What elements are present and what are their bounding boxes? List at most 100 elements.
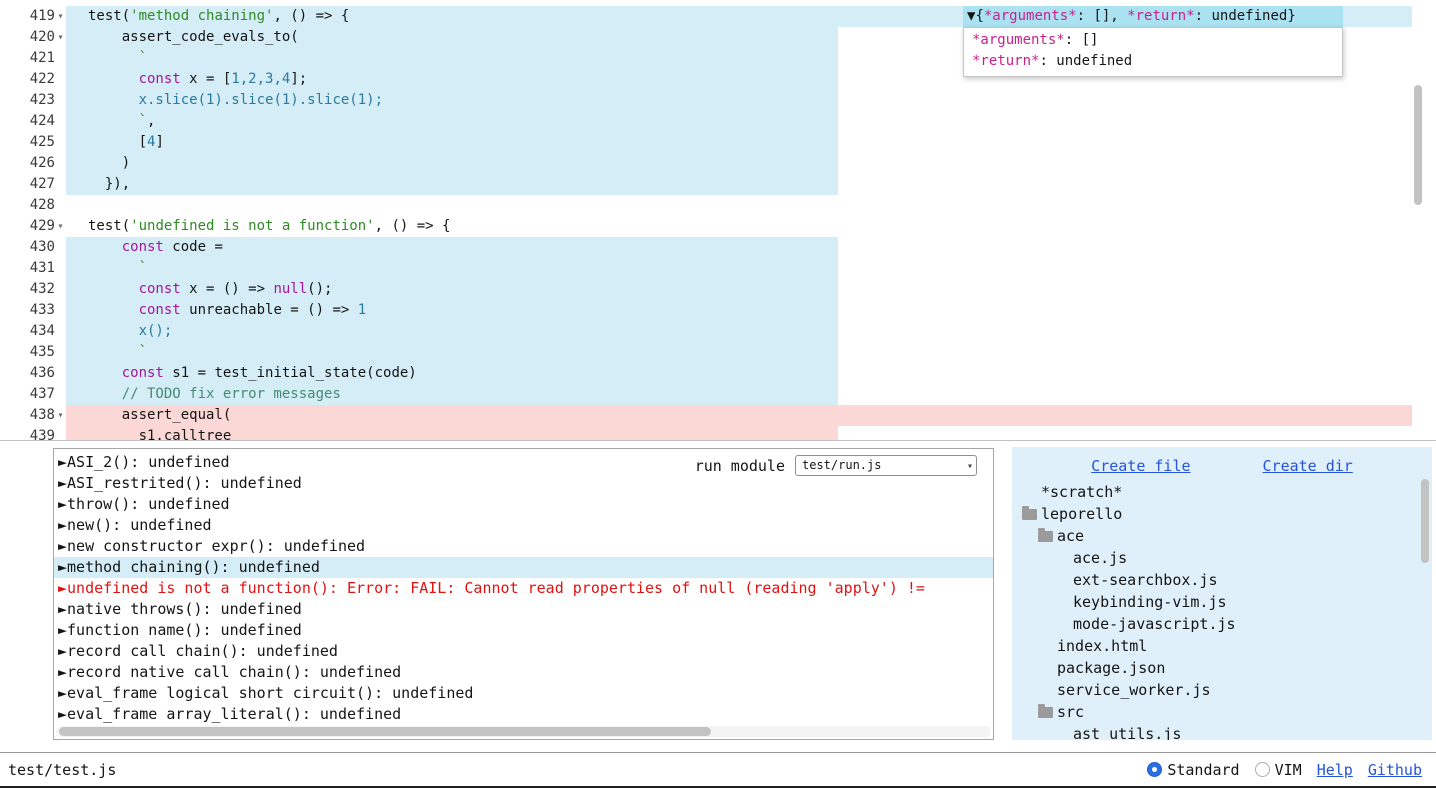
test-result-row[interactable]: ►throw(): undefined xyxy=(54,494,993,515)
line-number: 421 xyxy=(30,48,55,69)
files-vertical-scrollbar[interactable] xyxy=(1421,479,1429,563)
fold-spacer xyxy=(55,342,66,363)
code-cell: ` xyxy=(66,258,1436,279)
fold-toggle-icon[interactable]: ▾ xyxy=(55,27,66,48)
editor-scrollbar-thumb[interactable] xyxy=(1414,85,1422,205)
expand-arrow-icon[interactable]: ► xyxy=(58,537,67,555)
file-tree-item-service_worker.js[interactable]: service_worker.js xyxy=(1012,679,1432,701)
fold-spacer xyxy=(55,426,66,441)
code-token: const xyxy=(139,302,181,318)
expand-arrow-icon[interactable]: ► xyxy=(58,600,67,618)
test-result-label: native throws(): undefined xyxy=(67,600,302,618)
fold-toggle-icon[interactable]: ▾ xyxy=(55,405,66,426)
radio-standard[interactable] xyxy=(1147,762,1162,777)
expand-arrow-icon[interactable]: ► xyxy=(58,621,67,639)
test-result-row[interactable]: ►new constructor expr(): undefined xyxy=(54,536,993,557)
file-tree-item-index.html[interactable]: index.html xyxy=(1012,635,1432,657)
radio-vim[interactable] xyxy=(1255,762,1270,777)
github-link[interactable]: Github xyxy=(1368,761,1422,779)
editor-line-434[interactable]: 434 x(); xyxy=(0,321,1436,342)
file-name: service_worker.js xyxy=(1057,679,1211,701)
expand-arrow-icon[interactable]: ► xyxy=(58,684,67,702)
editor-line-428[interactable]: 428 xyxy=(0,195,1436,216)
help-link[interactable]: Help xyxy=(1317,761,1353,779)
test-result-row[interactable]: ►record call chain(): undefined xyxy=(54,641,993,662)
test-result-row[interactable]: ►record native call chain(): undefined xyxy=(54,662,993,683)
expand-arrow-icon[interactable]: ► xyxy=(58,705,67,723)
test-result-label: ASI_restrited(): undefined xyxy=(67,474,302,492)
file-tree-item-ext-searchbox.js[interactable]: ext-searchbox.js xyxy=(1012,569,1432,591)
keybinding-option-vim[interactable]: VIM xyxy=(1255,761,1302,779)
code-token: x(); xyxy=(139,323,173,339)
file-tree-item-mode-javascript.js[interactable]: mode-javascript.js xyxy=(1012,613,1432,635)
editor-line-433[interactable]: 433 const unreachable = () => 1 xyxy=(0,300,1436,321)
file-tree-item-leporello[interactable]: leporello xyxy=(1012,503,1432,525)
editor-line-439[interactable]: 439 s1.calltree xyxy=(0,426,1436,441)
line-gutter: 436 xyxy=(0,363,66,384)
line-number: 424 xyxy=(30,111,55,132)
expand-arrow-icon[interactable]: ► xyxy=(58,579,67,597)
expand-arrow-icon[interactable]: ► xyxy=(58,558,67,576)
editor-vertical-scrollbar[interactable] xyxy=(1414,0,1422,435)
keybinding-option-standard[interactable]: Standard xyxy=(1147,761,1239,779)
editor-line-424[interactable]: 424 `, xyxy=(0,111,1436,132)
editor-line-425[interactable]: 425 [4] xyxy=(0,132,1436,153)
code-token: ` xyxy=(88,344,147,360)
editor-line-429[interactable]: 429▾test('undefined is not a function', … xyxy=(0,216,1436,237)
expand-arrow-icon[interactable]: ► xyxy=(58,474,67,492)
editor-line-437[interactable]: 437 // TODO fix error messages xyxy=(0,384,1436,405)
expand-arrow-icon[interactable]: ► xyxy=(58,495,67,513)
line-number: 435 xyxy=(30,342,55,363)
test-result-row[interactable]: ►function name(): undefined xyxy=(54,620,993,641)
results-scrollbar-thumb[interactable] xyxy=(59,727,711,736)
file-name: src xyxy=(1057,701,1084,723)
expand-arrow-icon[interactable]: ► xyxy=(58,642,67,660)
code-token xyxy=(88,302,139,318)
editor-line-432[interactable]: 432 const x = () => null(); xyxy=(0,279,1436,300)
create-file-link[interactable]: Create file xyxy=(1091,457,1190,475)
editor-line-423[interactable]: 423 x.slice(1).slice(1).slice(1); xyxy=(0,90,1436,111)
module-select[interactable]: test/run.js ▾ xyxy=(795,455,977,476)
expand-arrow-icon[interactable]: ► xyxy=(58,453,67,471)
test-result-row[interactable]: ►ASI_restrited(): undefined xyxy=(54,473,993,494)
line-gutter: 423 xyxy=(0,90,66,111)
file-tree-item-ace.js[interactable]: ace.js xyxy=(1012,547,1432,569)
file-tree-item-src[interactable]: src xyxy=(1012,701,1432,723)
file-tree-item-ace[interactable]: ace xyxy=(1012,525,1432,547)
code-text: x(); xyxy=(66,321,1436,342)
expand-arrow-icon[interactable]: ► xyxy=(58,516,67,534)
code-cell: x(); xyxy=(66,321,1436,342)
line-gutter: 435 xyxy=(0,342,66,363)
file-tree-list: *scratch*leporelloaceace.jsext-searchbox… xyxy=(1012,477,1432,740)
fold-toggle-icon[interactable]: ▾ xyxy=(55,6,66,27)
editor-line-436[interactable]: 436 const s1 = test_initial_state(code) xyxy=(0,363,1436,384)
test-result-row[interactable]: ►native throws(): undefined xyxy=(54,599,993,620)
test-result-row[interactable]: ►eval_frame array_literal(): undefined xyxy=(54,704,993,725)
fold-toggle-icon[interactable]: ▾ xyxy=(55,216,66,237)
test-result-label: function name(): undefined xyxy=(67,621,302,639)
results-horizontal-scrollbar[interactable] xyxy=(56,726,991,737)
editor-line-427[interactable]: 427 }), xyxy=(0,174,1436,195)
fold-spacer xyxy=(55,153,66,174)
editor-line-430[interactable]: 430 const code = xyxy=(0,237,1436,258)
file-tree-item-ast_utils.js[interactable]: ast_utils.js xyxy=(1012,723,1432,740)
code-token: unreachable = () => xyxy=(181,302,358,318)
inspector-header[interactable]: ▼{*arguments*: [], *return*: undefined} xyxy=(963,6,1343,27)
test-result-row[interactable]: ►eval_frame logical short circuit(): und… xyxy=(54,683,993,704)
expand-arrow-icon[interactable]: ► xyxy=(58,663,67,681)
file-tree-item-package.json[interactable]: package.json xyxy=(1012,657,1432,679)
editor-line-435[interactable]: 435 ` xyxy=(0,342,1436,363)
line-gutter: 426 xyxy=(0,153,66,174)
editor-line-438[interactable]: 438▾ assert_equal( xyxy=(0,405,1436,426)
test-result-row[interactable]: ►method chaining(): undefined xyxy=(54,557,993,578)
editor-line-426[interactable]: 426 ) xyxy=(0,153,1436,174)
create-dir-link[interactable]: Create dir xyxy=(1263,457,1353,475)
editor-line-431[interactable]: 431 ` xyxy=(0,258,1436,279)
fold-spacer xyxy=(55,384,66,405)
code-editor[interactable]: 419▾test('method chaining', () => {420▾ … xyxy=(0,0,1436,441)
test-result-row[interactable]: ►undefined is not a function(): Error: F… xyxy=(54,578,993,599)
file-tree-item-keybinding-vim.js[interactable]: keybinding-vim.js xyxy=(1012,591,1432,613)
test-result-row[interactable]: ►new(): undefined xyxy=(54,515,993,536)
file-tree-item-scratch[interactable]: *scratch* xyxy=(1012,481,1432,503)
test-results-list: ►ASI_2(): undefined►ASI_restrited(): und… xyxy=(54,452,993,725)
